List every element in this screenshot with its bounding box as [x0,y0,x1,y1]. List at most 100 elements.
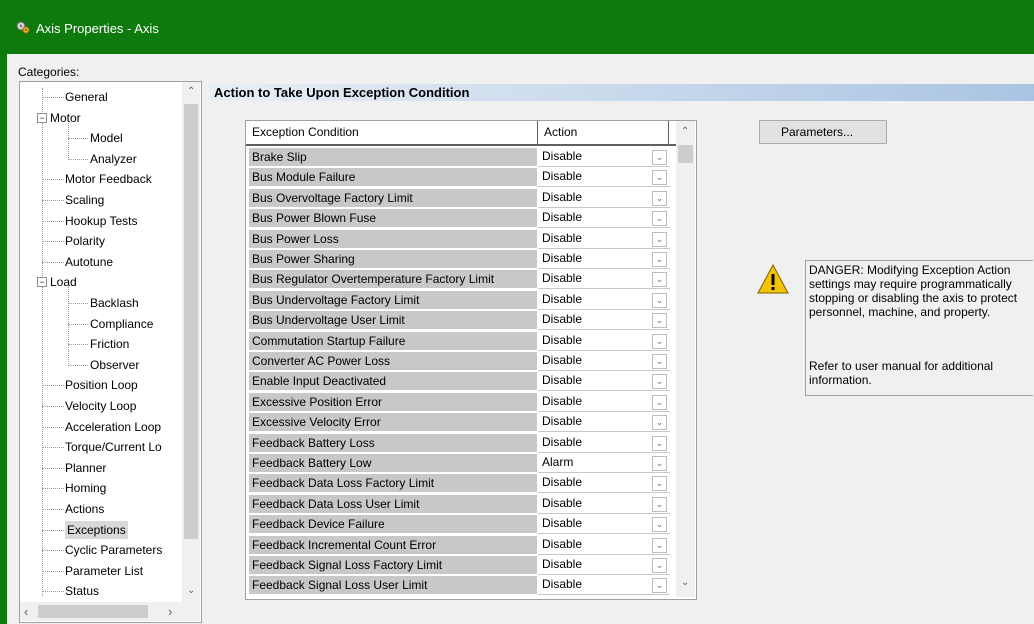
chevron-down-icon[interactable]: ⌄ [652,333,667,349]
collapse-icon[interactable]: − [37,277,47,288]
tree-item-homing[interactable]: Homing [20,479,182,497]
grid-vertical-scrollbar[interactable]: ⌃ ⌄ [676,121,695,597]
grid-vscroll-thumb[interactable] [678,145,693,163]
action-select[interactable]: Disable ⌄ [538,412,670,433]
tree-item-polarity[interactable]: Polarity [20,232,182,250]
chevron-down-icon[interactable]: ⌄ [652,252,667,267]
action-select[interactable]: Disable ⌄ [538,351,670,371]
action-select[interactable]: Alarm ⌄ [538,453,670,473]
tree-item-status[interactable]: Status [20,582,182,600]
action-select[interactable]: Disable ⌄ [538,493,670,514]
tree-item-general[interactable]: General [20,88,182,106]
table-row: Bus Undervoltage User Limit Disable ⌄ [246,310,676,331]
scroll-up-icon[interactable]: ⌃ [681,126,689,137]
tree-item-exceptions[interactable]: Exceptions [20,520,182,539]
collapse-icon[interactable]: − [37,112,47,123]
tree-item-planner[interactable]: Planner [20,459,182,477]
action-select[interactable]: Disable ⌄ [538,514,670,535]
scroll-down-icon[interactable]: ⌄ [681,577,689,588]
chevron-down-icon[interactable]: ⌄ [652,354,667,369]
chevron-down-icon[interactable]: ⌄ [652,374,667,390]
danger-message-box: DANGER: Modifying Exception Action setti… [805,260,1033,396]
tree-item-backlash[interactable]: Backlash [20,294,182,312]
tree-item-analyzer[interactable]: Analyzer [20,150,182,168]
exception-grid[interactable]: Exception Condition Action Brake Slip Dis… [245,120,697,600]
tree-item-velocity-loop[interactable]: Velocity Loop [20,397,182,415]
chevron-down-icon[interactable]: ⌄ [652,435,667,451]
tree-item-actions[interactable]: Actions [20,500,182,518]
chevron-down-icon[interactable]: ⌄ [652,211,667,227]
tree-vscroll-thumb[interactable] [184,104,198,539]
action-select[interactable]: Disable ⌄ [538,269,670,290]
table-row: Bus Power Loss Disable ⌄ [246,228,676,249]
action-select[interactable]: Disable ⌄ [538,432,670,453]
action-select[interactable]: Disable ⌄ [538,249,670,269]
scroll-up-icon[interactable]: ⌃ [187,86,195,97]
exception-condition-cell: Bus Overvoltage Factory Limit [249,188,537,208]
tree-item-scaling[interactable]: Scaling [20,191,182,209]
chevron-down-icon[interactable]: ⌄ [652,476,667,492]
tree-item-model[interactable]: Model [20,129,182,147]
action-select[interactable]: Disable ⌄ [538,228,670,249]
chevron-down-icon[interactable]: ⌄ [652,394,667,410]
action-select[interactable]: Disable ⌄ [538,187,670,208]
tree-vertical-scrollbar[interactable]: ⌃ ⌄ [182,82,200,602]
chevron-down-icon[interactable]: ⌄ [652,231,667,247]
chevron-down-icon[interactable]: ⌄ [652,272,667,288]
scroll-left-icon[interactable]: ‹ [24,604,28,619]
chevron-down-icon[interactable]: ⌄ [652,456,667,471]
action-select[interactable]: Disable ⌄ [538,208,670,229]
tree-item-observer[interactable]: Observer [20,356,182,374]
chevron-down-icon[interactable]: ⌄ [652,537,667,553]
tree-item-parameter-list[interactable]: Parameter List [20,562,182,580]
chevron-down-icon[interactable]: ⌄ [652,170,667,186]
action-select[interactable]: Disable ⌄ [538,167,670,188]
tree-item-acceleration-loop[interactable]: Acceleration Loop [20,418,182,436]
action-select[interactable]: Disable ⌄ [538,575,670,596]
tree-connector [42,467,64,469]
chevron-down-icon[interactable]: ⌄ [652,578,667,594]
chevron-down-icon[interactable]: ⌄ [652,558,667,573]
action-select[interactable]: Disable ⌄ [538,555,670,575]
chevron-down-icon[interactable]: ⌄ [652,313,667,329]
tree-item-torque-current-lo[interactable]: Torque/Current Lo [20,438,182,456]
action-select[interactable]: Disable ⌄ [538,391,670,412]
chevron-down-icon[interactable]: ⌄ [652,292,667,308]
tree-horizontal-scrollbar[interactable]: ‹ › [20,602,200,621]
chevron-down-icon[interactable]: ⌄ [652,415,667,431]
chevron-down-icon[interactable]: ⌄ [652,150,667,165]
column-header-exception-condition[interactable]: Exception Condition [246,121,538,144]
action-value: Disable [542,312,583,327]
tree-item-label: Torque/Current Lo [65,440,162,455]
categories-tree[interactable]: General − Motor Model Analyzer Motor Feedback… [19,81,202,623]
tree-item-position-loop[interactable]: Position Loop [20,376,182,394]
scroll-down-icon[interactable]: ⌄ [187,585,195,596]
tree-item-friction[interactable]: Friction [20,335,182,353]
action-select[interactable]: Disable ⌄ [538,289,670,310]
tree-hscroll-thumb[interactable] [38,605,148,618]
chevron-down-icon[interactable]: ⌄ [652,517,667,533]
chevron-down-icon[interactable]: ⌄ [652,496,667,512]
tree-connector [42,179,64,181]
tree-item-autotune[interactable]: Autotune [20,253,182,271]
action-select[interactable]: Disable ⌄ [538,473,670,494]
action-select[interactable]: Disable ⌄ [538,534,670,555]
tree-item-cyclic-parameters[interactable]: Cyclic Parameters [20,541,182,559]
column-header-action[interactable]: Action [538,121,669,144]
tree-item-load[interactable]: − Load [20,273,182,291]
tree-item-compliance[interactable]: Compliance [20,315,182,333]
tree-item-motor-feedback[interactable]: Motor Feedback [20,170,182,188]
action-select[interactable]: Disable ⌄ [538,310,670,331]
action-select[interactable]: Disable ⌄ [538,371,670,392]
scroll-right-icon[interactable]: › [168,604,172,619]
exception-condition-cell: Enable Input Deactivated [249,372,537,392]
table-row: Excessive Position Error Disable ⌄ [246,391,676,412]
chevron-down-icon[interactable]: ⌄ [652,190,667,206]
action-select[interactable]: Disable ⌄ [538,147,670,167]
tree-item-hookup-tests[interactable]: Hookup Tests [20,212,182,230]
tree-item-label: Analyzer [90,151,137,166]
action-select[interactable]: Disable ⌄ [538,330,670,351]
tree-connector [42,447,64,449]
tree-item-motor[interactable]: − Motor [20,109,182,127]
parameters-button[interactable]: Parameters... [759,120,887,144]
